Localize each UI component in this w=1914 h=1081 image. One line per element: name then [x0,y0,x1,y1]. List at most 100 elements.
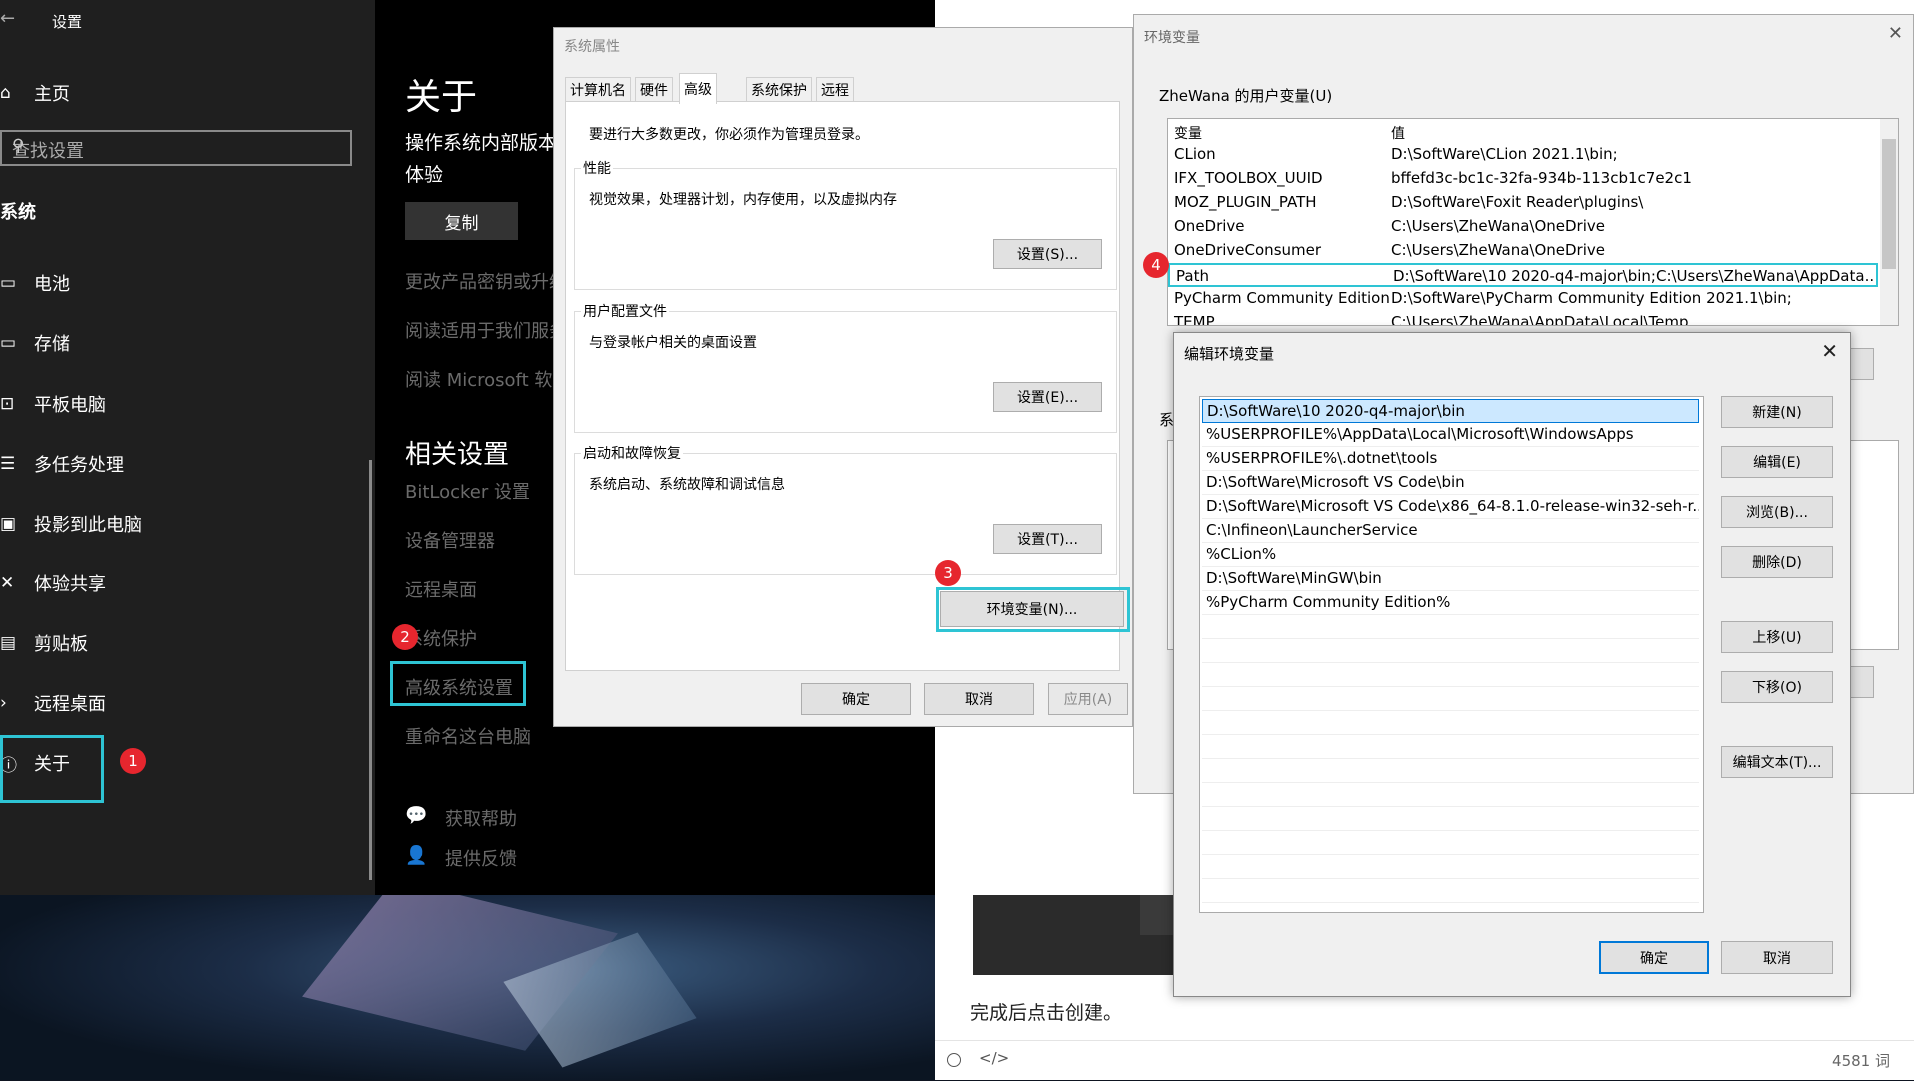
read-ms-link[interactable]: 阅读 Microsoft 软件 [405,366,570,392]
list-item[interactable]: C:\Infineon\LauncherService [1202,519,1699,543]
move-up-button[interactable]: 上移(U) [1721,621,1833,653]
tab-hardware[interactable]: 硬件 [635,77,673,102]
ok-button[interactable]: 确定 [1599,941,1709,974]
nav-home[interactable]: ⌂ 主页 [0,78,70,108]
table-row[interactable]: CLion D:\SoftWare\CLion 2021.1\bin; [1168,143,1878,167]
path-list[interactable]: D:\SoftWare\10 2020-q4-major\bin %USERPR… [1199,396,1704,913]
nav-section-system: 系统 [0,196,36,226]
highlight-box [390,661,526,706]
list-item-empty[interactable] [1202,831,1699,855]
source-code-icon[interactable]: </> [979,1049,1009,1067]
var-value: D:\SoftWare\10 2020-q4-major\bin;C:\User… [1393,267,1873,285]
cancel-button[interactable]: 取消 [924,683,1034,715]
table-row[interactable]: PyCharm Community Edition D:\SoftWare\PyC… [1168,287,1878,311]
move-down-button[interactable]: 下移(O) [1721,671,1833,703]
tab-system-protection[interactable]: 系统保护 [746,77,812,102]
list-item[interactable]: %CLion% [1202,543,1699,567]
performance-label: 性能 [581,158,613,178]
list-item-empty[interactable] [1202,615,1699,639]
startup-recovery-desc: 系统启动、系统故障和调试信息 [589,477,785,493]
search-input[interactable]: 查找设置 ⚲ [0,130,352,166]
outline-icon[interactable] [947,1053,961,1067]
list-item[interactable]: D:\SoftWare\Microsoft VS Code\x86_64-8.1… [1202,495,1699,519]
nav-item-remote-desktop[interactable]: › 远程桌面 [0,688,106,718]
list-item[interactable]: %PyCharm Community Edition% [1202,591,1699,615]
nav-item-battery[interactable]: ▭ 电池 [0,268,70,298]
cancel-button[interactable]: 取消 [1721,941,1833,974]
nav-item-storage[interactable]: ▭ 存储 [0,328,70,358]
close-icon[interactable]: ✕ [1888,23,1903,44]
var-value: bffefd3c-bc1c-32fa-934b-113cb1c7e2c1 [1391,169,1692,187]
ok-button[interactable]: 确定 [801,683,911,715]
path-text: D:\SoftWare\10 2020-q4-major\bin [1207,402,1465,420]
table-row[interactable]: MOZ_PLUGIN_PATH D:\SoftWare\Foxit Reader\… [1168,191,1878,215]
nav-item-tablet[interactable]: ⊡ 平板电脑 [0,389,106,419]
table-row[interactable]: OneDrive C:\Users\ZheWana\OneDrive [1168,215,1878,239]
list-item[interactable]: %USERPROFILE%\AppData\Local\Microsoft\Wi… [1202,423,1699,447]
nav-item-project[interactable]: ▣ 投影到此电脑 [0,509,142,539]
edit-text-button[interactable]: 编辑文本(T)... [1721,746,1833,778]
tablet-icon: ⊡ [0,394,15,414]
tab-remote[interactable]: 远程 [816,77,854,102]
nav-item-multitask[interactable]: ☰ 多任务处理 [0,449,124,479]
edit-button[interactable]: 编辑(E) [1721,446,1833,478]
os-build-label: 操作系统内部版本 [405,132,558,154]
table-row[interactable]: TEMP C:\Users\ZheWana\AppData\Local\Temp [1168,311,1878,325]
list-item-empty[interactable] [1202,639,1699,663]
list-item-empty[interactable] [1202,879,1699,903]
feedback-link[interactable]: 提供反馈 [445,845,517,871]
get-help-link[interactable]: 获取帮助 [445,805,517,831]
user-profile-desc: 与登录帐户相关的桌面设置 [589,335,757,351]
table-row[interactable]: IFX_TOOLBOX_UUID bffefd3c-bc1c-32fa-934b-… [1168,167,1878,191]
browse-button[interactable]: 浏览(B)... [1721,496,1833,528]
column-header-value[interactable]: 值 [1391,123,1405,143]
nav-item-clipboard[interactable]: ▤ 剪贴板 [0,628,88,658]
list-item-empty[interactable] [1202,687,1699,711]
copy-button[interactable]: 复制 [405,202,518,240]
delete-button[interactable]: 删除(D) [1721,546,1833,578]
path-text: %PyCharm Community Edition% [1206,593,1451,611]
change-key-link[interactable]: 更改产品密钥或升级 [405,268,567,294]
list-item-selected[interactable]: D:\SoftWare\10 2020-q4-major\bin [1202,399,1699,423]
table-row-path-selected[interactable]: Path D:\SoftWare\10 2020-q4-major\bin;C:\… [1168,263,1878,287]
rename-pc-link[interactable]: 重命名这台电脑 [405,723,531,749]
read-agreement-link[interactable]: 阅读适用于我们服务 [405,317,567,343]
step-badge-1: 1 [120,748,146,774]
nav-item-share[interactable]: ✕ 体验共享 [0,568,106,598]
var-name: Path [1176,267,1209,285]
back-arrow-icon[interactable]: ← [0,8,15,29]
list-item-empty[interactable] [1202,807,1699,831]
list-item[interactable]: D:\SoftWare\MinGW\bin [1202,567,1699,591]
close-icon[interactable]: ✕ [1821,339,1838,363]
tab-advanced[interactable]: 高级 [679,73,717,104]
apply-button[interactable]: 应用(A) [1048,683,1128,715]
performance-settings-button[interactable]: 设置(S)... [993,239,1102,269]
bitlocker-link[interactable]: BitLocker 设置 [405,478,530,504]
step-badge-2: 2 [392,624,418,650]
device-manager-link[interactable]: 设备管理器 [405,527,495,553]
list-item-empty[interactable] [1202,855,1699,879]
storage-icon: ▭ [0,333,17,353]
table-scrollbar[interactable] [1880,119,1898,325]
list-item-empty[interactable] [1202,711,1699,735]
list-item-empty[interactable] [1202,783,1699,807]
list-item-empty[interactable] [1202,759,1699,783]
scroll-thumb[interactable] [1882,139,1896,269]
list-item[interactable]: %USERPROFILE%\.dotnet\tools [1202,447,1699,471]
tab-computer-name[interactable]: 计算机名 [565,77,631,102]
dialog-title: 编辑环境变量 [1184,345,1275,363]
editor-paragraph[interactable]: 完成后点击创建。 [970,998,1122,1025]
highlight-box [936,587,1130,632]
sidebar-scrollbar[interactable] [369,460,372,880]
remote-desktop-link[interactable]: 远程桌面 [405,576,477,602]
new-button[interactable]: 新建(N) [1721,396,1833,428]
column-header-variable[interactable]: 变量 [1174,123,1202,143]
startup-recovery-settings-button[interactable]: 设置(T)... [993,524,1102,554]
list-item[interactable]: D:\SoftWare\Microsoft VS Code\bin [1202,471,1699,495]
project-icon: ▣ [0,514,17,534]
list-item-empty[interactable] [1202,663,1699,687]
table-row[interactable]: OneDriveConsumer C:\Users\ZheWana\OneDriv… [1168,239,1878,263]
list-item-empty[interactable] [1202,735,1699,759]
user-profile-settings-button[interactable]: 设置(E)... [993,382,1102,412]
user-variables-table[interactable]: 变量 值 CLion D:\SoftWare\CLion 2021.1\bin; … [1167,118,1899,326]
